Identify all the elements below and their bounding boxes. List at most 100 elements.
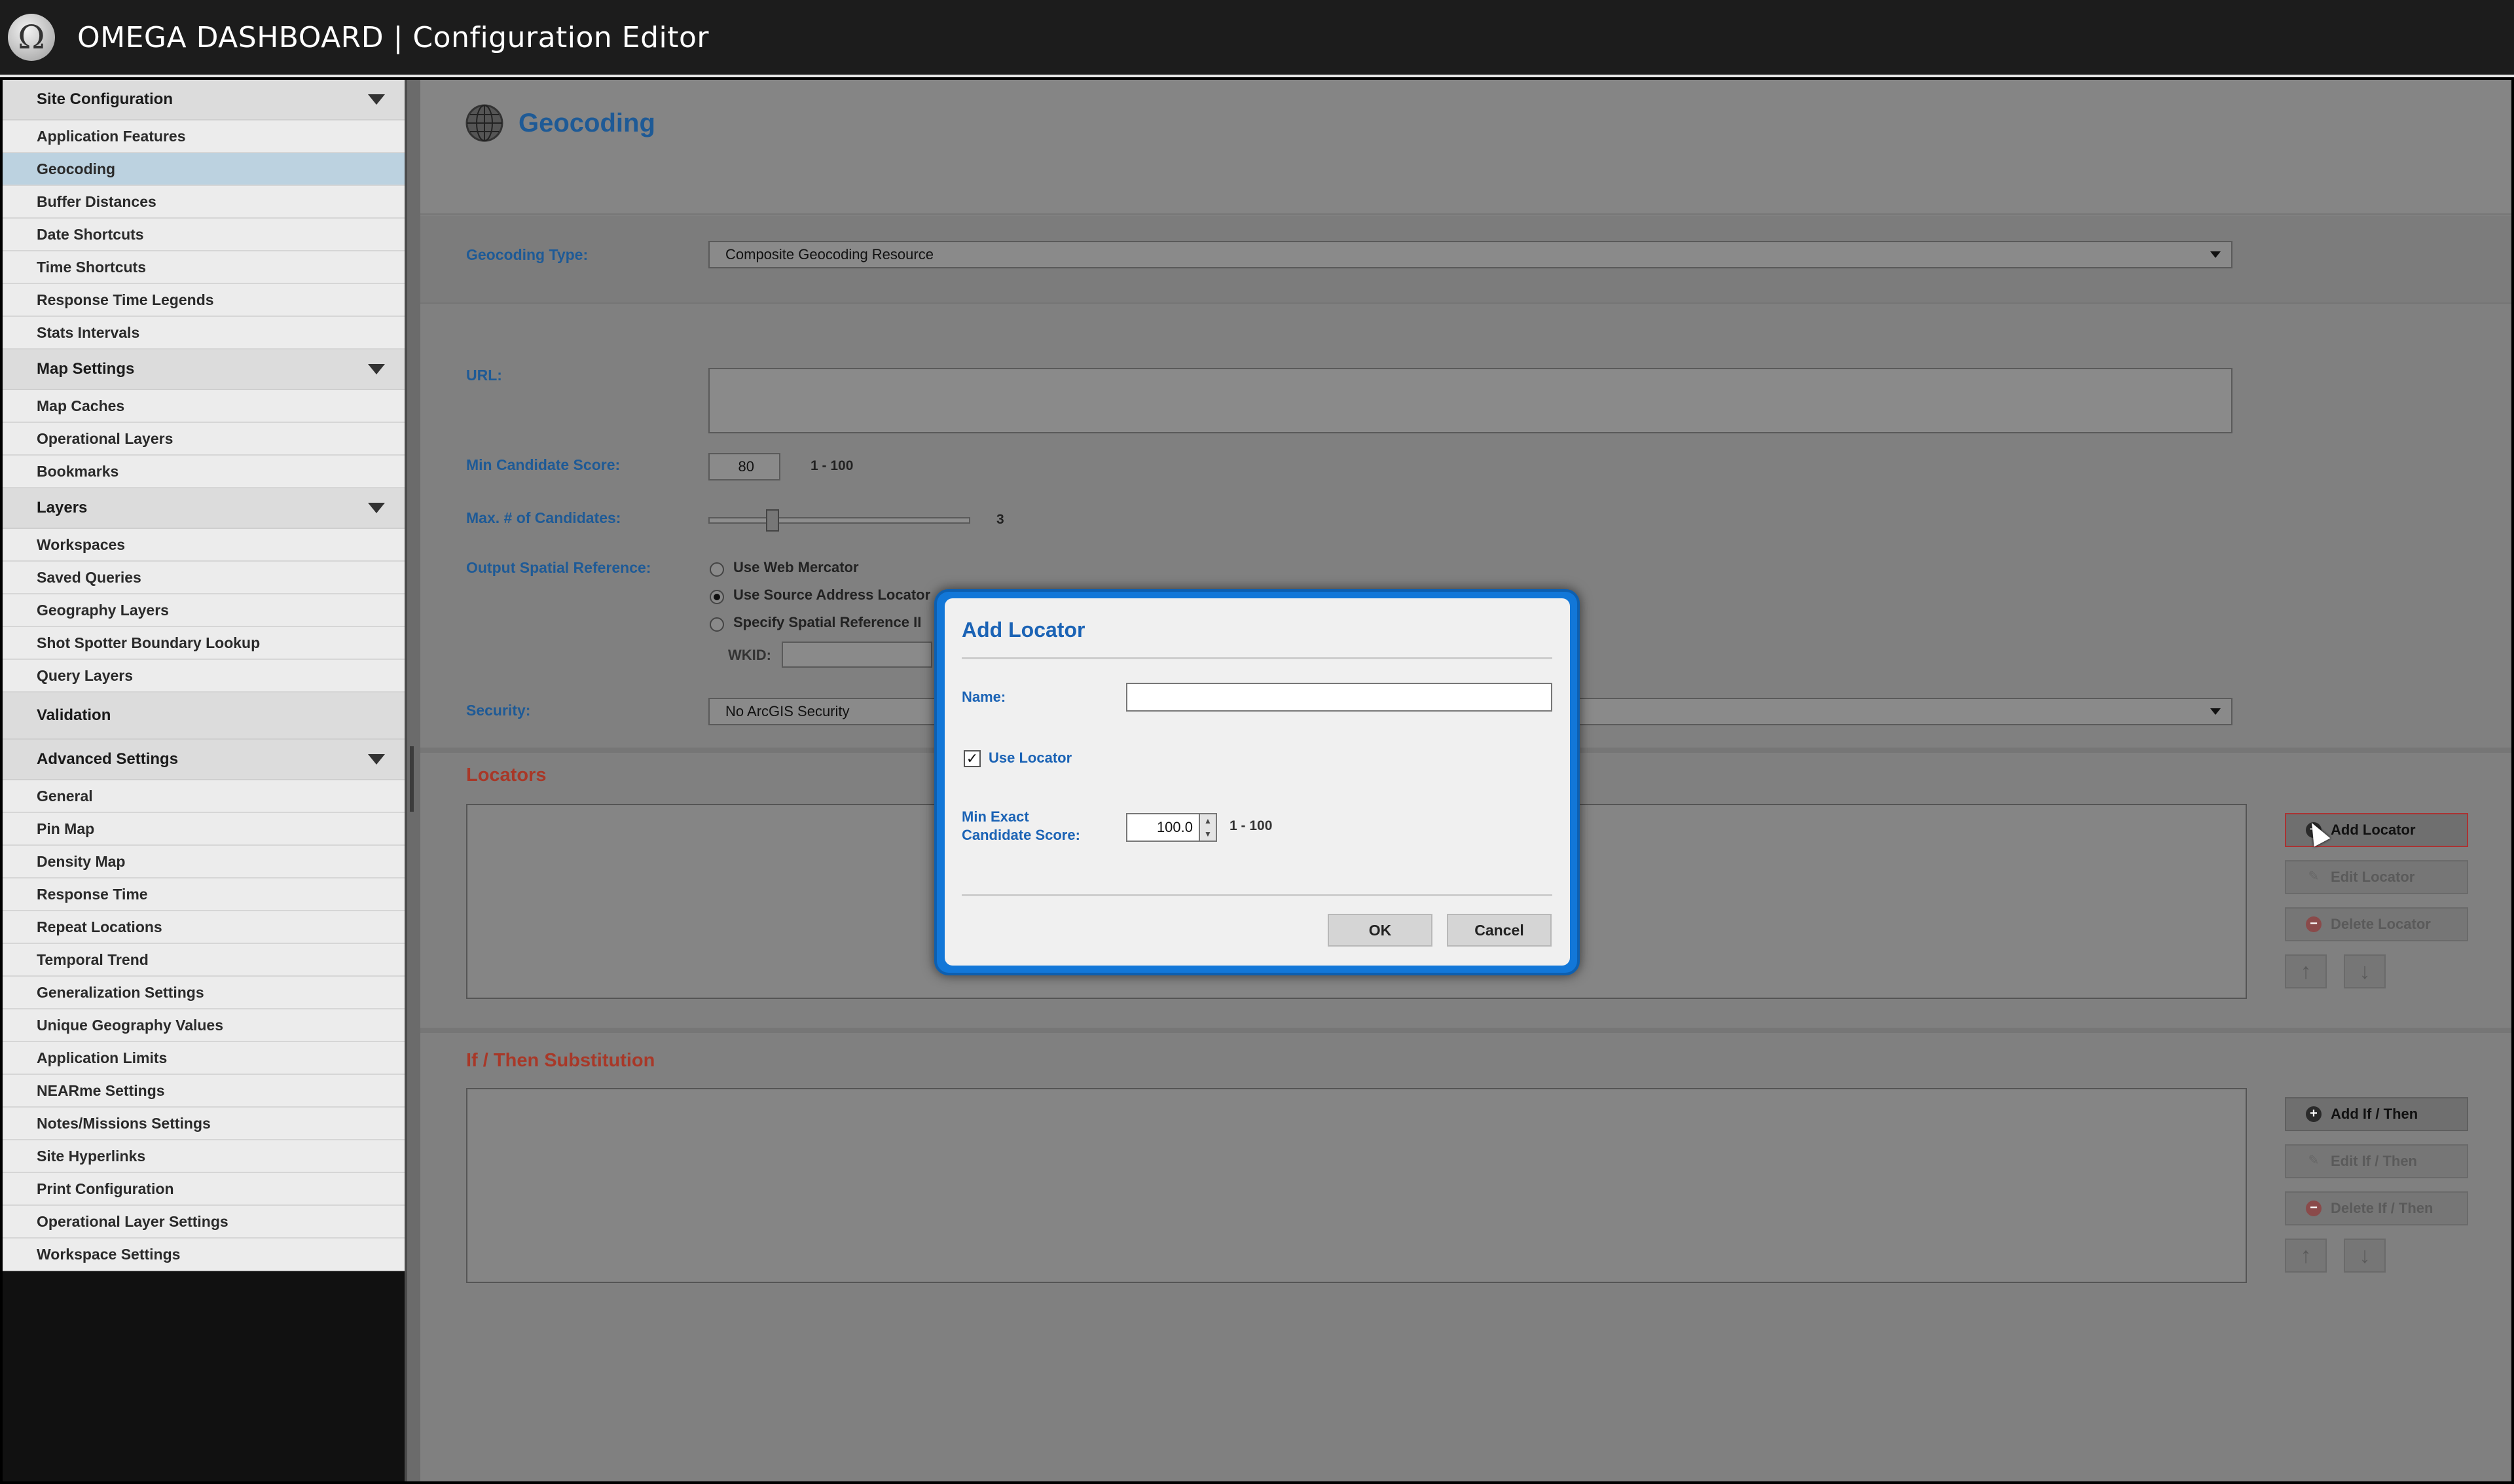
title-bar: Ω OMEGA DASHBOARD | Configuration Editor (0, 0, 2514, 77)
sidebar-item-application-limits[interactable]: Application Limits (3, 1042, 405, 1075)
sidebar-item-operational-layer-settings[interactable]: Operational Layer Settings (3, 1206, 405, 1239)
collapse-triangle-icon[interactable] (368, 503, 385, 513)
sidebar-item-shot-spotter-boundary-lookup[interactable]: Shot Spotter Boundary Lookup (3, 627, 405, 660)
sidebar-item-stats-intervals[interactable]: Stats Intervals (3, 317, 405, 350)
min-candidate-score-label: Min Candidate Score: (466, 456, 621, 473)
max-candidates-slider-track[interactable] (708, 517, 970, 524)
delete-ifthen-label: Delete If / Then (2331, 1200, 2433, 1216)
collapse-triangle-icon[interactable] (368, 364, 385, 374)
wkid-label: WKID: (728, 647, 771, 663)
section-header-validation[interactable]: Validation (3, 693, 405, 740)
min-exact-score-spinner[interactable]: ▲ ▼ (1199, 813, 1217, 842)
radio-source-address-locator[interactable] (710, 590, 724, 604)
section-label: Advanced Settings (37, 750, 179, 768)
delete-ifthen-button[interactable]: − Delete If / Then (2285, 1191, 2468, 1225)
spin-down-icon[interactable]: ▼ (1200, 827, 1216, 841)
move-up-locator-button[interactable]: ↑ (2285, 954, 2327, 988)
sidebar-item-geocoding[interactable]: Geocoding (3, 153, 405, 186)
sidebar-item-map-caches[interactable]: Map Caches (3, 390, 405, 423)
add-ifthen-label: Add If / Then (2331, 1106, 2418, 1122)
section-divider (420, 1028, 2511, 1033)
radio-web-mercator-label: Use Web Mercator (733, 559, 859, 575)
plus-circle-icon: + (2306, 1106, 2322, 1122)
ok-button[interactable]: OK (1328, 914, 1432, 947)
sidebar-item-bookmarks[interactable]: Bookmarks (3, 456, 405, 488)
section-header-site-configuration[interactable]: Site Configuration (3, 80, 405, 120)
sidebar-item-unique-geography-values[interactable]: Unique Geography Values (3, 1009, 405, 1042)
section-header-advanced-settings[interactable]: Advanced Settings (3, 740, 405, 780)
url-input[interactable] (708, 368, 2232, 433)
edit-ifthen-button[interactable]: ✎ Edit If / Then (2285, 1144, 2468, 1178)
move-down-locator-button[interactable]: ↓ (2344, 954, 2386, 988)
section-label: Map Settings (37, 360, 135, 378)
page-title: Geocoding (519, 109, 655, 137)
collapse-triangle-icon[interactable] (368, 754, 385, 765)
sidebar-item-workspace-settings[interactable]: Workspace Settings (3, 1239, 405, 1271)
security-label: Security: (466, 702, 531, 719)
sidebar-item-pin-map[interactable]: Pin Map (3, 813, 405, 846)
sidebar-item-density-map[interactable]: Density Map (3, 846, 405, 878)
minus-circle-icon: − (2306, 916, 2322, 932)
sidebar-item-saved-queries[interactable]: Saved Queries (3, 562, 405, 594)
pencil-icon: ✎ (2308, 1153, 2320, 1168)
use-locator-checkbox[interactable]: ✓ (964, 750, 981, 767)
sidebar-item-workspaces[interactable]: Workspaces (3, 529, 405, 562)
sidebar-item-print-configuration[interactable]: Print Configuration (3, 1173, 405, 1206)
dialog-header-rule (962, 657, 1552, 659)
max-candidates-value: 3 (996, 512, 1004, 527)
sidebar-item-query-layers[interactable]: Query Layers (3, 660, 405, 693)
section-header-map-settings[interactable]: Map Settings (3, 350, 405, 390)
min-exact-label-line1: Min Exact (962, 808, 1029, 825)
output-sr-label: Output Spatial Reference: (466, 559, 651, 576)
sidebar-item-geography-layers[interactable]: Geography Layers (3, 594, 405, 627)
radio-web-mercator[interactable] (710, 562, 724, 577)
sidebar-item-application-features[interactable]: Application Features (3, 120, 405, 153)
minus-circle-icon: − (2306, 1201, 2322, 1216)
ifthen-list[interactable] (466, 1088, 2247, 1283)
name-input[interactable] (1126, 683, 1552, 712)
section-header-layers[interactable]: Layers (3, 488, 405, 529)
sidebar-item-time-shortcuts[interactable]: Time Shortcuts (3, 251, 405, 284)
spin-up-icon[interactable]: ▲ (1200, 814, 1216, 827)
sidebar-item-notes-missions-settings[interactable]: Notes/Missions Settings (3, 1108, 405, 1140)
radio-specify-sr[interactable] (710, 617, 724, 632)
sidebar-item-operational-layers[interactable]: Operational Layers (3, 423, 405, 456)
sidebar-item-date-shortcuts[interactable]: Date Shortcuts (3, 219, 405, 251)
sidebar-item-temporal-trend[interactable]: Temporal Trend (3, 944, 405, 977)
add-ifthen-button[interactable]: + Add If / Then (2285, 1097, 2468, 1131)
cancel-button[interactable]: Cancel (1447, 914, 1552, 947)
min-candidate-score-stepper[interactable]: 80 (708, 453, 780, 480)
sidebar-item-buffer-distances[interactable]: Buffer Distances (3, 186, 405, 219)
sidebar-item-response-time-legends[interactable]: Response Time Legends (3, 284, 405, 317)
splitter-handle[interactable] (410, 746, 414, 812)
pencil-icon: ✎ (2308, 869, 2320, 884)
geocoding-type-row: Geocoding Type: Composite Geocoding Reso… (420, 216, 2511, 304)
geocoding-type-select[interactable]: Composite Geocoding Resource (708, 241, 2232, 268)
globe-icon (465, 104, 503, 142)
nav-section-advanced-settings: Advanced Settings General Pin Map Densit… (3, 740, 405, 1271)
section-label: Layers (37, 499, 88, 516)
sidebar-item-nearme-settings[interactable]: NEARme Settings (3, 1075, 405, 1108)
chevron-down-icon (2210, 708, 2221, 715)
geocoding-type-value: Composite Geocoding Resource (725, 246, 934, 262)
app-title: OMEGA DASHBOARD | Configuration Editor (77, 20, 710, 54)
ifthen-title: If / Then Substitution (466, 1050, 655, 1071)
sidebar-item-response-time[interactable]: Response Time (3, 878, 405, 911)
collapse-triangle-icon[interactable] (368, 94, 385, 105)
sidebar-item-repeat-locations[interactable]: Repeat Locations (3, 911, 405, 944)
edit-locator-button[interactable]: ✎ Edit Locator (2285, 860, 2468, 894)
radio-specify-sr-label: Specify Spatial Reference II (733, 614, 922, 630)
add-locator-label: Add Locator (2331, 822, 2416, 838)
move-down-ifthen-button[interactable]: ↓ (2344, 1239, 2386, 1273)
min-exact-score-input[interactable]: 100.0 (1126, 813, 1201, 842)
nav-section-map-settings: Map Settings Map Caches Operational Laye… (3, 350, 405, 488)
move-up-ifthen-button[interactable]: ↑ (2285, 1239, 2327, 1273)
security-value: No ArcGIS Security (725, 703, 850, 719)
delete-locator-button[interactable]: − Delete Locator (2285, 907, 2468, 941)
sidebar-item-site-hyperlinks[interactable]: Site Hyperlinks (3, 1140, 405, 1173)
sidebar-item-generalization-settings[interactable]: Generalization Settings (3, 977, 405, 1009)
max-candidates-slider-handle[interactable] (766, 509, 779, 532)
omega-logo-icon: Ω (8, 14, 55, 61)
sidebar-item-general[interactable]: General (3, 780, 405, 813)
wkid-input[interactable] (782, 642, 932, 668)
